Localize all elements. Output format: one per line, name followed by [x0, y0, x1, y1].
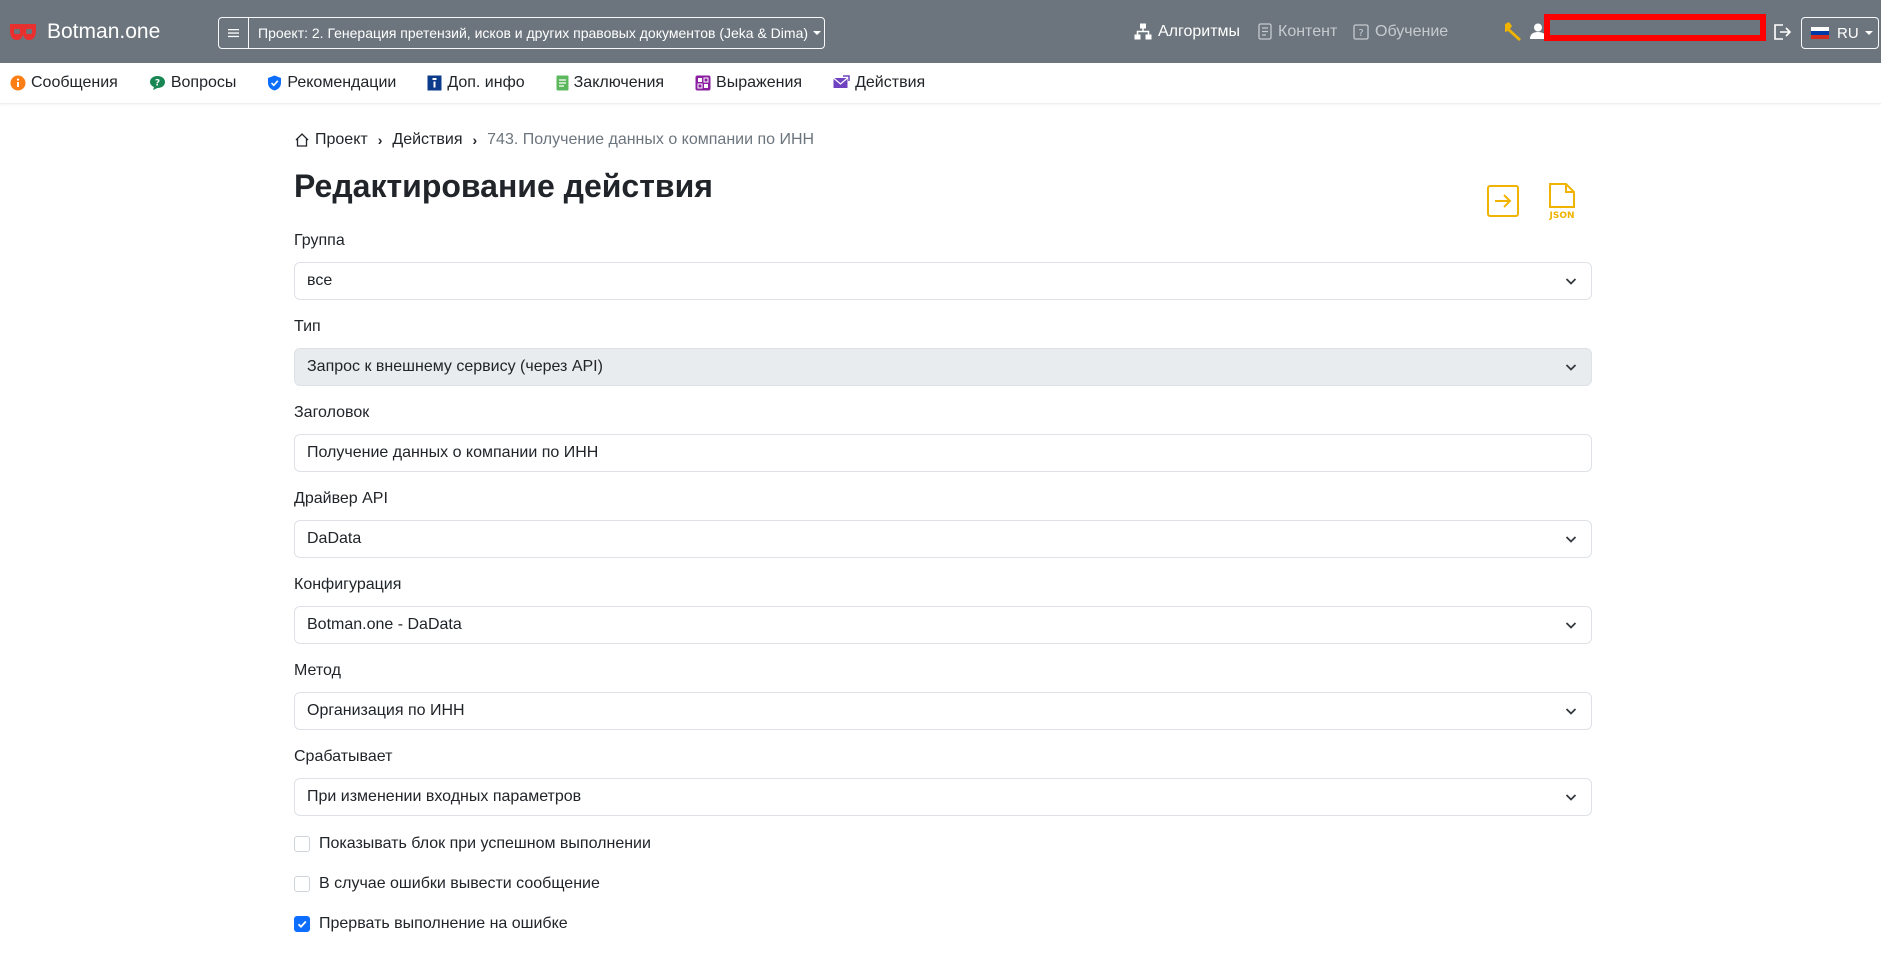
chevron-down-icon [1565, 364, 1577, 371]
shield-check-icon [268, 75, 282, 91]
user-area[interactable] [1502, 14, 1547, 48]
trigger-select[interactable]: При изменении входных параметров [294, 778, 1592, 816]
logout-icon[interactable] [1772, 22, 1792, 42]
info-circle-icon [10, 75, 26, 91]
nav-algorithms-label: Алгоритмы [1158, 22, 1241, 40]
group-label: Группа [294, 232, 345, 249]
driver-label: Драйвер API [294, 490, 388, 507]
stop-on-error-checkbox[interactable] [294, 916, 310, 932]
nav-learning-label: Обучение [1375, 22, 1449, 40]
error-message-checkbox[interactable] [294, 876, 310, 892]
subnav-expressions[interactable]: Выражения [695, 74, 802, 92]
envelope-arrow-icon [833, 75, 850, 88]
group-select[interactable]: все [294, 262, 1592, 300]
chevron-down-icon [1565, 536, 1577, 543]
heading-label: Заголовок [294, 404, 370, 421]
breadcrumb-current: 743. Получение данных о компании по ИНН [487, 131, 815, 148]
home-icon[interactable] [294, 132, 310, 148]
breadcrumb-project[interactable]: Проект [315, 131, 368, 149]
nav-content-label: Контент [1278, 22, 1338, 40]
action-toolbar: JSON [1486, 182, 1602, 220]
type-select[interactable]: Запрос к внешнему сервису (через API) [294, 348, 1592, 386]
chevron-right-icon: › [377, 132, 383, 148]
chevron-down-icon [1565, 794, 1577, 801]
language-label: RU [1837, 24, 1859, 42]
expression-icon [695, 75, 711, 91]
error-message-label: В случае ошибки вывести сообщение [319, 875, 600, 892]
subnav-actions[interactable]: Действия [833, 74, 925, 92]
top-navbar: Botman.one Проект: 2. Генерация претензи… [0, 0, 1881, 63]
trigger-label: Срабатывает [294, 748, 393, 765]
russia-flag-icon [1811, 26, 1829, 40]
type-label: Тип [294, 318, 321, 335]
subnav-label: Доп. инфо [447, 74, 525, 91]
subnav-label: Рекомендации [287, 74, 397, 91]
mask-logo-icon [10, 24, 36, 40]
journal-icon [1258, 23, 1272, 40]
subnav-messages[interactable]: Сообщения [10, 74, 118, 92]
export-arrow-icon[interactable] [1486, 182, 1520, 220]
section-nav: Сообщения ? Вопросы Рекомендации Доп. ин… [0, 63, 1881, 104]
subnav-label: Вопросы [170, 74, 237, 91]
trigger-value: При изменении входных параметров [307, 788, 582, 805]
breadcrumb: Проект › Действия › 743. Получение данны… [294, 128, 814, 152]
show-block-row[interactable]: Показывать блок при успешном выполнении [294, 835, 651, 853]
checkmark-icon [297, 920, 307, 928]
svg-text:?: ? [155, 79, 160, 89]
brand-name: Botman.one [47, 20, 161, 43]
project-label: Проект: 2. Генерация претензий, исков и … [258, 25, 809, 41]
show-block-checkbox[interactable] [294, 836, 310, 852]
method-select[interactable]: Организация по ИНН [294, 692, 1592, 730]
chevron-down-icon [1565, 708, 1577, 715]
json-file-icon[interactable]: JSON [1544, 182, 1578, 220]
subnav-label: Заключения [573, 74, 665, 91]
project-dropdown[interactable]: Проект: 2. Генерация претензий, исков и … [218, 17, 825, 49]
breadcrumb-actions[interactable]: Действия [392, 131, 462, 149]
document-icon [556, 75, 569, 91]
type-value: Запрос к внешнему сервису (через API) [307, 358, 603, 375]
json-file-label: JSON [1548, 211, 1574, 220]
method-value: Организация по ИНН [307, 702, 465, 719]
nav-content[interactable]: Контент [1258, 0, 1337, 63]
heading-input[interactable]: Получение данных о компании по ИНН [294, 434, 1592, 472]
subnav-questions[interactable]: ? Вопросы [149, 74, 237, 92]
chevron-down-icon [1565, 622, 1577, 629]
question-square-icon: ? [1353, 23, 1369, 40]
hamburger-icon [228, 29, 239, 38]
stop-on-error-row[interactable]: Прервать выполнение на ошибке [294, 915, 568, 933]
chat-question-icon: ? [149, 76, 165, 90]
subnav-recommendations[interactable]: Рекомендации [267, 74, 396, 92]
chevron-right-icon: › [472, 132, 478, 148]
config-label: Конфигурация [294, 576, 402, 593]
nav-learning[interactable]: ? Обучение [1353, 0, 1448, 63]
group-value: все [307, 272, 333, 289]
diagram-icon [1134, 23, 1152, 40]
page-title: Редактирование действия [294, 168, 713, 204]
driver-value: DaData [307, 530, 362, 547]
error-message-row[interactable]: В случае ошибки вывести сообщение [294, 875, 600, 893]
caret-down-icon [1864, 31, 1873, 35]
project-menu-button[interactable] [219, 18, 249, 48]
language-dropdown[interactable]: RU [1801, 17, 1879, 49]
config-value: Botman.one - DaData [307, 616, 462, 633]
method-label: Метод [294, 662, 341, 679]
stop-on-error-label: Прервать выполнение на ошибке [319, 915, 568, 932]
show-block-label: Показывать блок при успешном выполнении [319, 835, 651, 852]
redacted-username [1544, 14, 1766, 41]
svg-text:?: ? [1358, 28, 1363, 39]
wrench-icon[interactable] [1502, 20, 1524, 42]
subnav-conclusions[interactable]: Заключения [556, 74, 664, 92]
caret-down-icon [813, 31, 822, 35]
subnav-extra-info[interactable]: Доп. инфо [427, 74, 525, 92]
subnav-label: Сообщения [31, 74, 118, 91]
brand-link[interactable]: Botman.one [8, 18, 160, 46]
driver-select[interactable]: DaData [294, 520, 1592, 558]
info-square-icon [427, 75, 442, 91]
nav-algorithms[interactable]: Алгоритмы [1134, 0, 1240, 63]
subnav-label: Действия [855, 74, 926, 91]
heading-value: Получение данных о компании по ИНН [307, 444, 599, 461]
config-select[interactable]: Botman.one - DaData [294, 606, 1592, 644]
chevron-down-icon [1565, 278, 1577, 285]
subnav-label: Выражения [716, 74, 803, 91]
